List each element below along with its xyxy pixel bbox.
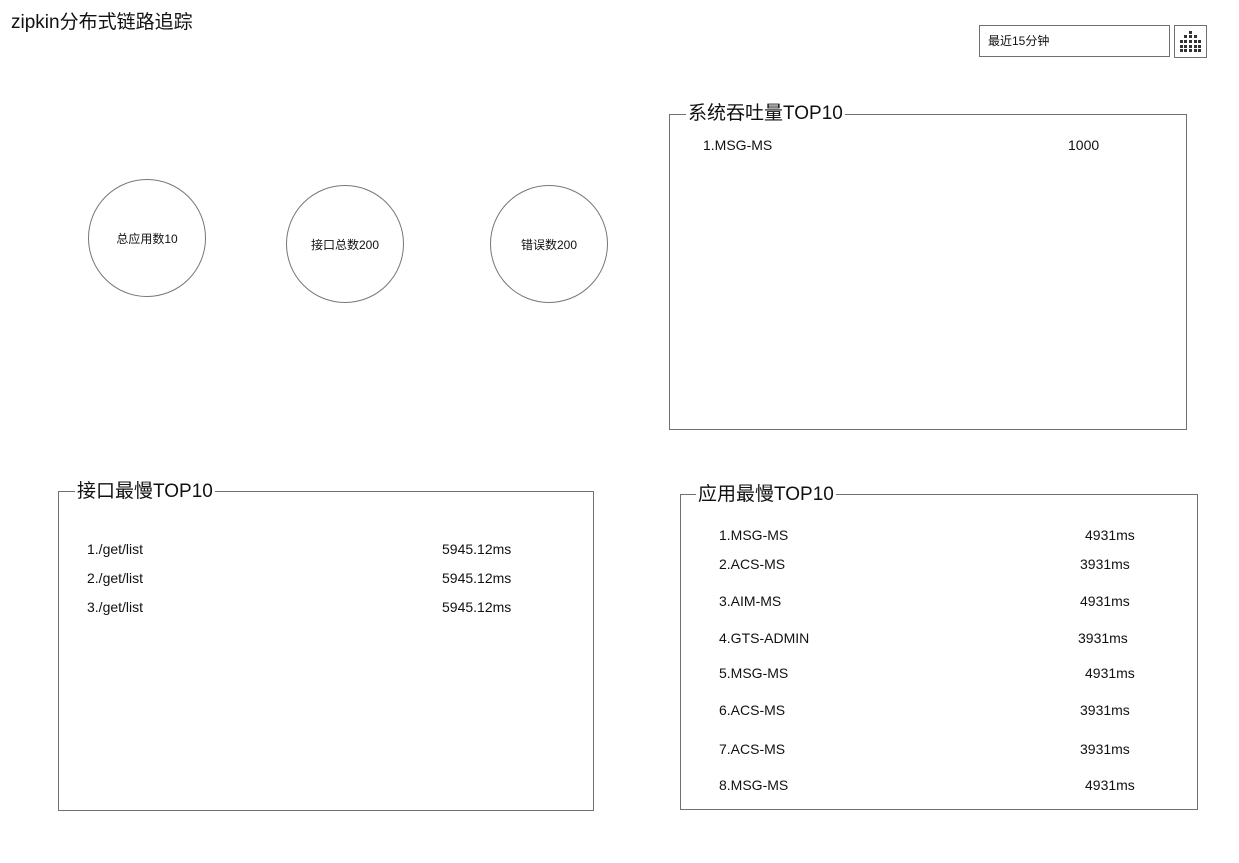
item-name: 7.ACS-MS	[719, 741, 786, 757]
item-value: 4931ms	[1080, 593, 1130, 609]
list-item[interactable]: 6.ACS-MS 3931ms	[681, 699, 1197, 721]
item-value: 4931ms	[1085, 527, 1135, 543]
item-name: 1./get/list	[87, 541, 144, 557]
item-value: 1000	[1068, 137, 1100, 153]
total-apps-stat: 总应用数10	[88, 179, 206, 297]
slow-app-panel: 应用最慢TOP10 1.MSG-MS 4931ms 2.ACS-MS 3931m…	[680, 483, 1198, 810]
list-item[interactable]: 5.MSG-MS 4931ms	[681, 662, 1197, 684]
app-title: zipkin分布式链路追踪	[11, 12, 193, 33]
item-name: 1.MSG-MS	[703, 137, 773, 153]
list-item[interactable]: 1.MSG-MS 4931ms	[681, 524, 1197, 546]
slow-api-panel: 接口最慢TOP10 1./get/list 5945.12ms 2./get/l…	[58, 480, 594, 811]
item-value: 3931ms	[1080, 702, 1130, 718]
list-item[interactable]: 3.AIM-MS 4931ms	[681, 590, 1197, 612]
list-item[interactable]: 1.MSG-MS 1000	[670, 134, 1186, 156]
item-value: 5945.12ms	[442, 599, 512, 615]
item-name: 5.MSG-MS	[719, 665, 789, 681]
item-value: 3931ms	[1080, 741, 1130, 757]
slow-app-title: 应用最慢TOP10	[696, 483, 836, 507]
item-value: 5945.12ms	[442, 570, 512, 586]
item-name: 8.MSG-MS	[719, 777, 789, 793]
item-value: 4931ms	[1085, 777, 1135, 793]
grid-menu-button[interactable]	[1174, 25, 1207, 58]
total-apis-stat: 接口总数200	[286, 185, 404, 303]
throughput-panel: 系统吞吐量TOP10 1.MSG-MS 1000	[669, 102, 1187, 430]
item-name: 1.MSG-MS	[719, 527, 789, 543]
time-range-select[interactable]: 最近15分钟	[979, 25, 1170, 57]
slow-api-title: 接口最慢TOP10	[75, 480, 215, 504]
total-apps-label: 总应用数10	[116, 231, 178, 246]
list-item[interactable]: 1./get/list 5945.12ms	[59, 538, 593, 560]
item-name: 3.AIM-MS	[719, 593, 782, 609]
total-apis-label: 接口总数200	[310, 237, 380, 252]
item-value: 5945.12ms	[442, 541, 512, 557]
item-name: 4.GTS-ADMIN	[719, 630, 810, 646]
item-value: 3931ms	[1078, 630, 1128, 646]
list-item[interactable]: 3./get/list 5945.12ms	[59, 596, 593, 618]
error-count-stat: 错误数200	[490, 185, 608, 303]
list-item[interactable]: 2./get/list 5945.12ms	[59, 567, 593, 589]
item-name: 2.ACS-MS	[719, 556, 786, 572]
list-item[interactable]: 4.GTS-ADMIN 3931ms	[681, 627, 1197, 649]
list-item[interactable]: 2.ACS-MS 3931ms	[681, 553, 1197, 575]
grid-icon	[1180, 31, 1201, 52]
item-name: 3./get/list	[87, 599, 144, 615]
error-count-label: 错误数200	[520, 237, 578, 252]
throughput-title: 系统吞吐量TOP10	[686, 102, 845, 126]
item-name: 6.ACS-MS	[719, 702, 786, 718]
list-item[interactable]: 8.MSG-MS 4931ms	[681, 774, 1197, 796]
list-item[interactable]: 7.ACS-MS 3931ms	[681, 738, 1197, 760]
item-value: 4931ms	[1085, 665, 1135, 681]
item-value: 3931ms	[1080, 556, 1130, 572]
item-name: 2./get/list	[87, 570, 144, 586]
